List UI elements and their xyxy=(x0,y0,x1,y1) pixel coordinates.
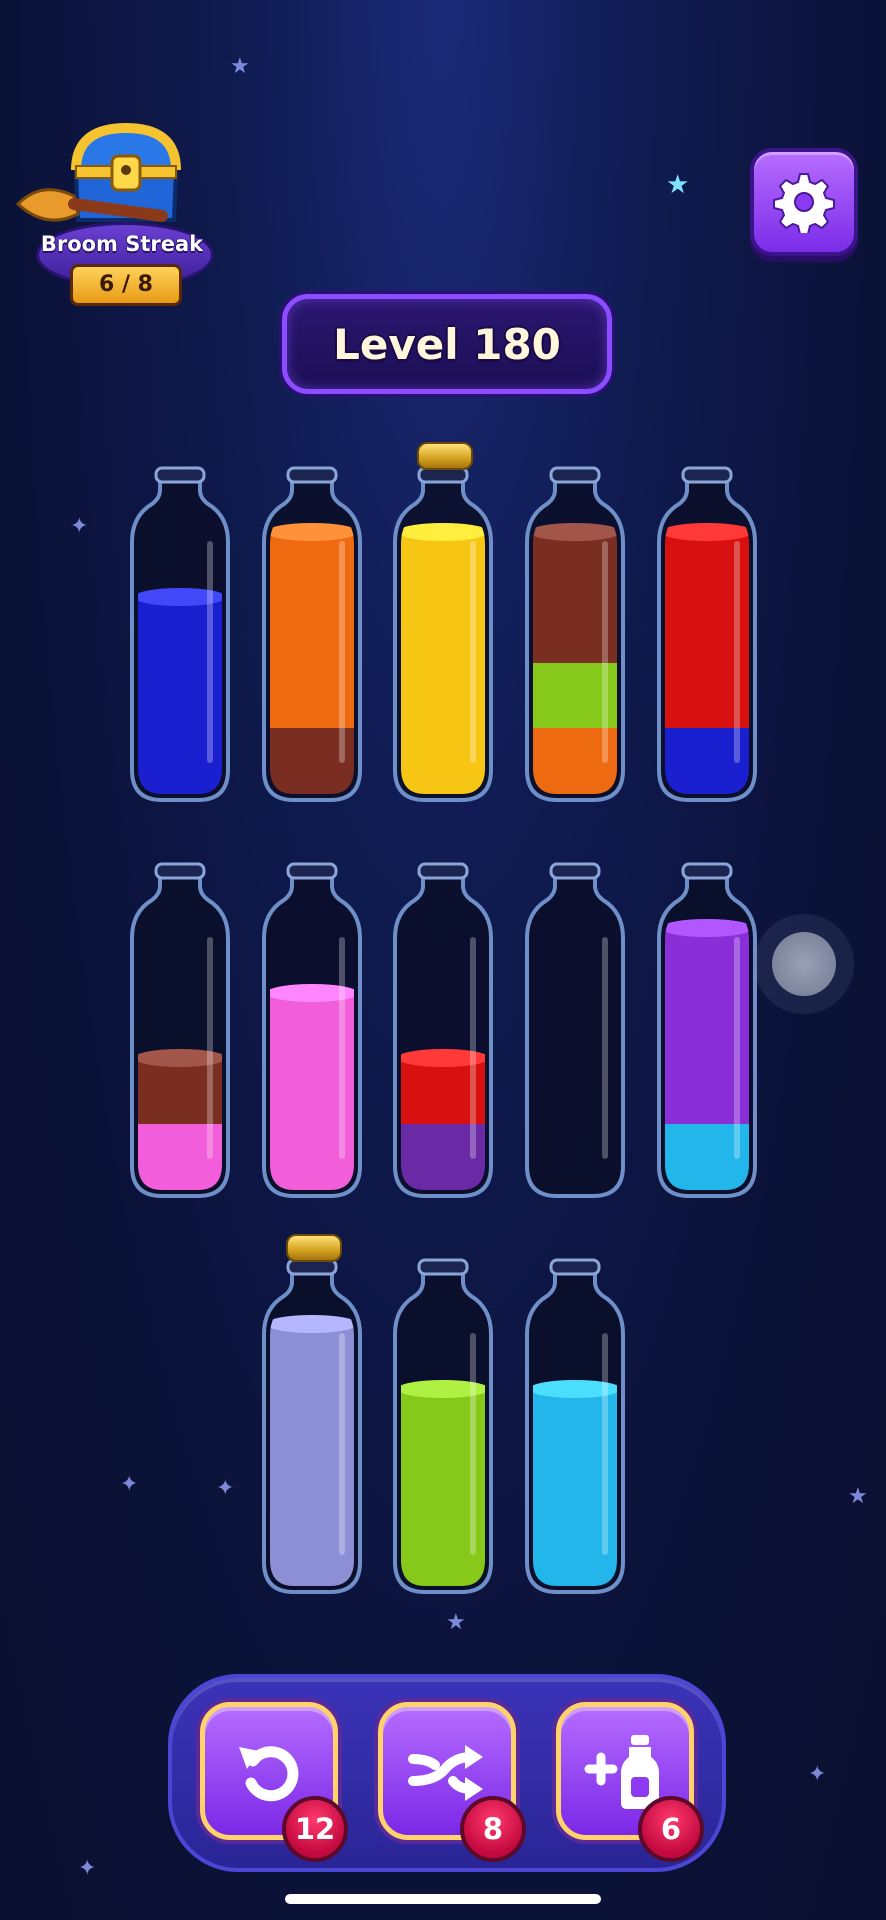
broom-icon xyxy=(15,188,168,222)
bottle-glass xyxy=(262,466,362,802)
bottle-glass xyxy=(393,862,493,1198)
liquid-layer-pink xyxy=(270,993,354,1059)
bottle-rim xyxy=(549,1258,601,1276)
broom-streak-widget[interactable]: Broom Streak 6 / 8 xyxy=(12,118,214,306)
bottle-glass xyxy=(393,466,493,802)
shuffle-count-badge: 8 xyxy=(460,1796,526,1862)
bottle-glass xyxy=(262,1258,362,1594)
liquid-layer-pink xyxy=(270,1058,354,1124)
streak-count: 6 / 8 xyxy=(70,264,182,306)
liquid-layer-yellow xyxy=(401,662,485,728)
liquid-layer-cyan xyxy=(533,1389,617,1455)
liquid-layer-orange xyxy=(270,597,354,663)
bottle[interactable] xyxy=(519,1256,631,1606)
star-decoration: ★ xyxy=(848,1484,868,1509)
bottle-rim xyxy=(154,862,206,880)
undo-icon xyxy=(239,1746,299,1802)
bottle-glass xyxy=(525,1258,625,1594)
liquid-surface xyxy=(665,919,749,937)
liquid-layer-green xyxy=(401,1389,485,1455)
bottle-rim xyxy=(154,466,206,484)
liquid-layer-brown xyxy=(138,1058,222,1124)
bottle-glass xyxy=(262,862,362,1198)
bottle[interactable] xyxy=(651,464,763,814)
liquid-layer-blue xyxy=(138,597,222,663)
cork-icon xyxy=(417,442,473,470)
bottle[interactable] xyxy=(651,860,763,1210)
liquid-surface xyxy=(270,523,354,541)
star-decoration: ✦ xyxy=(78,1856,97,1881)
liquid-layer-red xyxy=(665,597,749,663)
liquid-layer-green xyxy=(401,1454,485,1520)
liquid-surface xyxy=(665,523,749,541)
gear-icon xyxy=(773,173,835,233)
liquid-surface xyxy=(401,523,485,541)
add-bottle-count-badge: 6 xyxy=(638,1796,704,1862)
bottle-glass xyxy=(657,862,757,1198)
bottle-rim xyxy=(549,466,601,484)
glass-body xyxy=(527,870,623,1196)
bottle-glass xyxy=(525,862,625,1198)
liquid-layer-red xyxy=(665,662,749,728)
bottle-glass xyxy=(393,1258,493,1594)
liquid-surface xyxy=(533,523,617,541)
liquid-layer-lavender xyxy=(270,1454,354,1520)
bottle[interactable] xyxy=(387,1256,499,1606)
cork-icon xyxy=(286,1234,342,1262)
liquid-layer-violet xyxy=(665,1058,749,1124)
liquid-surface xyxy=(270,1315,354,1333)
bottle[interactable] xyxy=(519,464,631,814)
liquid-layer-red xyxy=(665,532,749,598)
bottle[interactable] xyxy=(124,464,236,814)
liquid-layer-yellow xyxy=(401,597,485,663)
liquid-layer-red xyxy=(401,1058,485,1124)
settings-button[interactable] xyxy=(750,148,858,256)
liquid-layer-cyan xyxy=(533,1454,617,1520)
bottle[interactable] xyxy=(256,464,368,814)
level-label: Level 180 xyxy=(333,319,561,369)
star-decoration: ★ xyxy=(666,170,690,200)
bottle-rim xyxy=(417,1258,469,1276)
star-decoration: ★ xyxy=(230,54,250,79)
liquid-layer-lavender xyxy=(270,1389,354,1455)
bottle-rim xyxy=(681,862,733,880)
liquid-layer-green xyxy=(533,662,617,728)
bottle[interactable] xyxy=(256,1234,368,1606)
bottle[interactable] xyxy=(387,860,499,1210)
star-decoration: ✦ xyxy=(808,1762,827,1787)
touch-indicator xyxy=(772,932,836,996)
bottle[interactable] xyxy=(256,860,368,1210)
bottle-rim xyxy=(286,1258,338,1276)
liquid-layer-blue xyxy=(138,662,222,728)
streak-label: Broom Streak xyxy=(40,232,204,256)
bottle-rim xyxy=(286,466,338,484)
liquid-layer-violet xyxy=(665,993,749,1059)
bottle-glass xyxy=(657,466,757,802)
liquid-layer-violet xyxy=(665,928,749,994)
star-decoration: ✦ xyxy=(216,1476,235,1501)
bottle-rim xyxy=(549,862,601,880)
bottle-rim xyxy=(417,466,469,484)
liquid-layer-brown xyxy=(533,532,617,598)
bottle-glass xyxy=(525,466,625,802)
star-decoration: ✦ xyxy=(70,514,89,539)
liquid-layer-orange xyxy=(270,532,354,598)
undo-count-badge: 12 xyxy=(282,1796,348,1862)
bottle[interactable] xyxy=(124,860,236,1210)
bottle-rim xyxy=(681,466,733,484)
liquid-layer-yellow xyxy=(401,532,485,598)
bottle-rim xyxy=(286,862,338,880)
liquid-layer-brown xyxy=(533,597,617,663)
bottle-glass xyxy=(130,466,230,802)
bottle[interactable] xyxy=(387,442,499,814)
level-indicator: Level 180 xyxy=(282,294,612,394)
bottle[interactable] xyxy=(519,860,631,1210)
star-decoration: ★ xyxy=(446,1610,466,1635)
home-indicator[interactable] xyxy=(285,1894,601,1904)
liquid-layer-orange xyxy=(270,662,354,728)
star-decoration: ✦ xyxy=(120,1472,139,1497)
bottle-rim xyxy=(417,862,469,880)
liquid-layer-lavender xyxy=(270,1324,354,1390)
bottle-glass xyxy=(130,862,230,1198)
